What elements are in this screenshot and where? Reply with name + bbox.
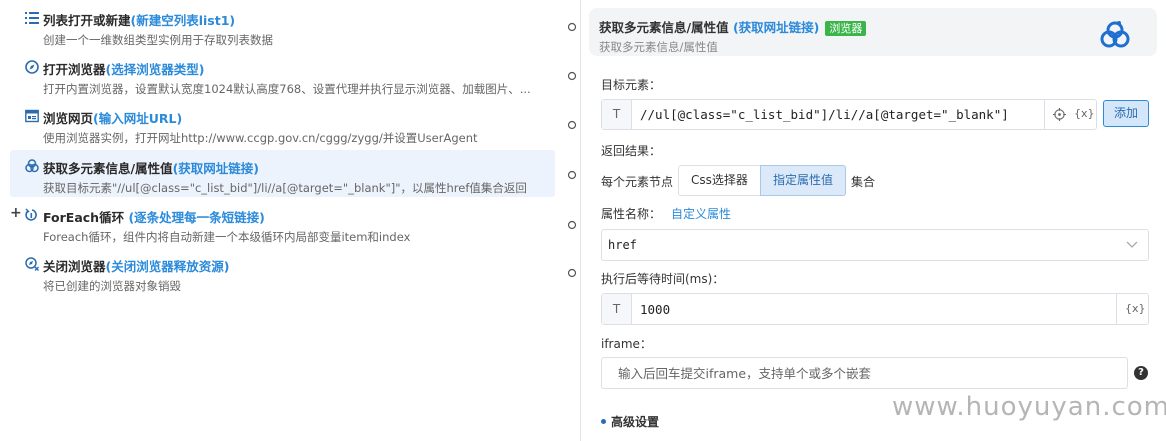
wait-time-label: 执行后等待时间(ms)： — [601, 272, 725, 286]
wait-time-input[interactable]: T 1000 {x} — [601, 293, 1149, 325]
step-title: 关闭浏览器(关闭浏览器释放资源) — [43, 259, 230, 274]
step-foreach-loop[interactable]: ForEach循环 (逐条处理每一条短链接) Foreach循环，组件内将自动新… — [10, 199, 555, 246]
text-type-toggle[interactable]: T — [602, 100, 632, 129]
target-element-value: //ul[@class="c_list_bid"]/li//a[@target=… — [640, 107, 1009, 122]
properties-panel: 获取多元素信息/属性值 (获取网址链接) 浏览器 获取多元素信息/属性值 目标元素… — [581, 0, 1166, 441]
return-result-label: 返回结果： — [601, 144, 662, 158]
text-type-toggle[interactable]: T — [602, 294, 632, 324]
add-button[interactable]: 添加 — [1103, 100, 1149, 127]
multi-element-icon — [25, 159, 39, 173]
iframe-text-input[interactable] — [610, 358, 1120, 388]
step-desc: 使用浏览器实例，打开网址http://www.ccgp.gov.cn/cggg/… — [43, 131, 478, 145]
step-param: (新建空列表list1) — [130, 13, 236, 28]
step-desc: 将已创建的浏览器对象销毁 — [43, 279, 181, 293]
list-icon — [25, 12, 39, 24]
step-desc: 获取目标元素"//ul[@class="c_list_bid"]/li//a[@… — [43, 181, 527, 195]
step-title: 浏览网页(输入网址URL) — [43, 111, 183, 126]
step-title: 打开浏览器(选择浏览器类型) — [43, 62, 205, 77]
step-open-browser[interactable]: 打开浏览器(选择浏览器类型) 打开内置浏览器，设置默认宽度1024默认高度768… — [10, 51, 555, 98]
connector-node[interactable] — [567, 120, 577, 130]
each-node-label: 每个元素节点 — [601, 175, 674, 189]
attribute-select-value: href — [608, 238, 637, 252]
properties-header: 获取多元素信息/属性值 (获取网址链接) 浏览器 获取多元素信息/属性值 — [589, 8, 1157, 56]
attribute-select[interactable]: href — [601, 229, 1149, 261]
component-subtitle: 获取多元素信息/属性值 — [599, 40, 718, 54]
target-element-label: 目标元素： — [601, 78, 662, 92]
target-element-input[interactable]: T //ul[@class="c_list_bid"]/li//a[@targe… — [601, 99, 1097, 130]
step-param: (获取网址链接) — [172, 161, 260, 176]
connector-node[interactable] — [567, 22, 577, 32]
loop-icon — [25, 208, 37, 221]
step-list-panel: 列表打开或新建(新建空列表list1) 创建一个一维数组类型实例用于存取列表数据… — [0, 0, 580, 441]
field-separator — [1044, 100, 1045, 129]
browser-badge: 浏览器 — [825, 21, 867, 36]
step-param: (关闭浏览器释放资源) — [105, 259, 230, 274]
watermark: www.huoyuyan.com — [892, 392, 1166, 422]
variable-insert-button[interactable]: {x} — [1074, 107, 1095, 120]
step-get-multi-element[interactable]: 获取多元素信息/属性值(获取网址链接) 获取目标元素"//ul[@class="… — [10, 150, 555, 197]
variable-insert-button[interactable]: {x} — [1125, 302, 1146, 315]
chevron-down-icon — [1126, 241, 1138, 248]
step-title: 列表打开或新建(新建空列表list1) — [43, 13, 236, 28]
advanced-settings-toggle[interactable]: 高级设置 — [611, 413, 659, 430]
custom-attribute-link[interactable]: 自定义属性 — [671, 207, 731, 221]
connector-node[interactable] — [567, 268, 577, 278]
step-title: 获取多元素信息/属性值(获取网址链接) — [43, 161, 260, 176]
wait-time-value: 1000 — [640, 302, 671, 317]
step-param: (选择浏览器类型) — [105, 62, 205, 77]
step-param: (逐条处理每一条短链接) — [128, 210, 265, 225]
component-title: 获取多元素信息/属性值 (获取网址链接) 浏览器 — [599, 17, 867, 36]
step-close-browser[interactable]: 关闭浏览器(关闭浏览器释放资源) 将已创建的浏览器对象销毁 — [10, 248, 555, 295]
close-browser-icon — [25, 257, 39, 271]
step-title: ForEach循环 (逐条处理每一条短链接) — [43, 210, 265, 225]
compass-icon — [25, 60, 39, 74]
collection-label: 集合 — [851, 175, 876, 189]
attribute-name-label: 属性名称： 自定义属性 — [601, 207, 732, 221]
attribute-value-option[interactable]: 指定属性值 — [760, 165, 846, 196]
step-browse-page[interactable]: 浏览网页(输入网址URL) 使用浏览器实例，打开网址http://www.ccg… — [10, 100, 555, 147]
css-selector-option[interactable]: Css选择器 — [678, 165, 761, 196]
connector-node[interactable] — [567, 170, 577, 180]
browser-window-icon — [25, 109, 39, 123]
crosshair-pick-icon[interactable] — [1053, 108, 1066, 121]
component-logo-icon — [1100, 21, 1130, 48]
bullet-icon — [601, 419, 606, 424]
iframe-label: iframe： — [601, 337, 652, 351]
component-param: (获取网址链接) — [732, 20, 820, 35]
step-list-open[interactable]: 列表打开或新建(新建空列表list1) 创建一个一维数组类型实例用于存取列表数据 — [10, 2, 555, 49]
connector-node[interactable] — [567, 71, 577, 81]
field-separator — [1116, 294, 1117, 324]
help-icon[interactable]: ? — [1134, 366, 1148, 380]
step-param: (输入网址URL) — [93, 111, 183, 126]
connector-node[interactable] — [567, 220, 577, 230]
step-desc: Foreach循环，组件内将自动新建一个本级循环内局部变量item和index — [43, 230, 411, 244]
step-desc: 创建一个一维数组类型实例用于存取列表数据 — [43, 33, 273, 47]
iframe-input[interactable] — [601, 357, 1128, 389]
step-desc: 打开内置浏览器，设置默认宽度1024默认高度768、设置代理并执行显示浏览器、加… — [43, 82, 531, 96]
